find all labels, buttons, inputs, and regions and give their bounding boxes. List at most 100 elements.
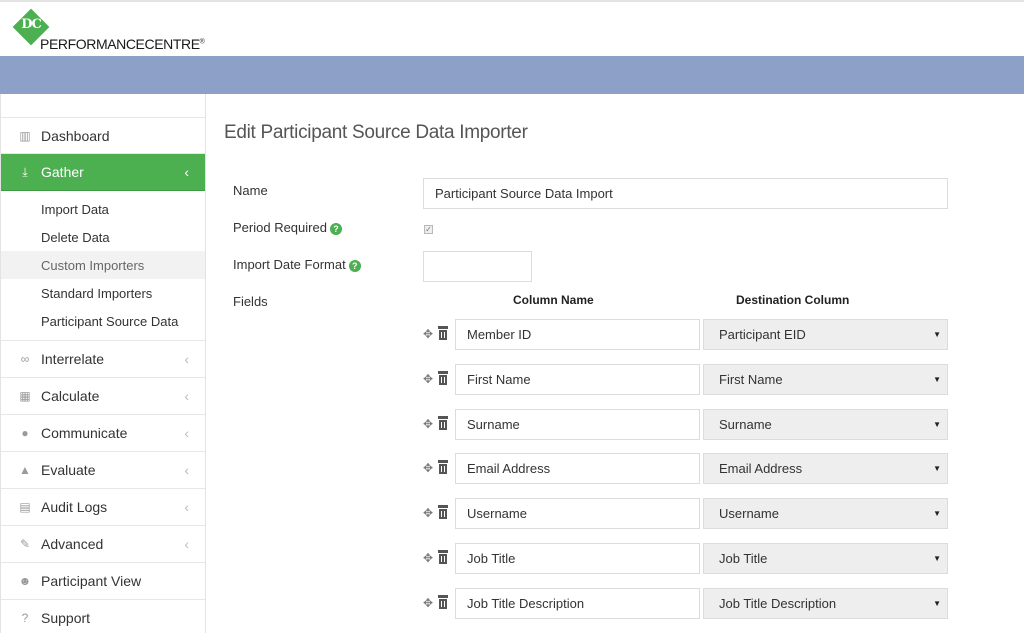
drag-handle-icon[interactable]: ✥: [423, 461, 433, 475]
sidebar-item-calculate[interactable]: ▦ Calculate ‹: [1, 378, 205, 415]
top-header: DC PERFORMANCECENTRE®: [0, 0, 1024, 56]
caret-down-icon: ▼: [933, 554, 941, 563]
trash-lid: [438, 326, 448, 329]
period-required-label: Period Required?: [233, 220, 342, 235]
column-name-input[interactable]: Email Address: [455, 453, 700, 485]
trash-body: [439, 419, 447, 430]
field-mapping-row: ✥ Job Title Job Title ▼: [224, 543, 1004, 574]
sidebar: ▥ Dashboard ⤓ Gather ‹ Import Data Delet…: [0, 94, 206, 633]
submenu-item-import-data[interactable]: Import Data: [1, 195, 205, 223]
destination-column-select[interactable]: Job Title Description ▼: [703, 587, 948, 619]
sidebar-item-dashboard[interactable]: ▥ Dashboard: [1, 117, 205, 154]
name-label: Name: [233, 183, 268, 198]
destination-column-select[interactable]: Username ▼: [703, 498, 948, 530]
sidebar-item-advanced[interactable]: ✎ Advanced ‹: [1, 526, 205, 563]
sidebar-item-label: Audit Logs: [41, 499, 108, 515]
sidebar-item-gather[interactable]: ⤓ Gather ‹: [1, 154, 205, 191]
drag-handle-icon[interactable]: ✥: [423, 417, 433, 431]
trash-lid: [438, 460, 448, 464]
sidebar-item-label: Support: [41, 610, 91, 626]
field-mapping-row: ✥ Member ID Participant EID ▼: [224, 319, 1004, 350]
field-mapping-row: ✥ Surname Surname ▼: [224, 408, 1004, 440]
trash-icon[interactable]: [437, 594, 449, 609]
submenu-item-custom-importers[interactable]: Custom Importers: [1, 251, 205, 279]
gather-submenu: Import Data Delete Data Custom Importers…: [1, 191, 205, 341]
help-icon[interactable]: ?: [348, 260, 361, 272]
column-name-input[interactable]: First Name: [455, 363, 700, 395]
trash-body: [439, 330, 447, 340]
destination-column-select[interactable]: First Name ▼: [703, 363, 948, 395]
drag-handle-icon[interactable]: ✥: [423, 327, 433, 341]
logo-registered: ®: [199, 38, 205, 46]
trash-lid: [438, 550, 448, 553]
sidebar-item-label: Calculate: [41, 388, 100, 404]
table-icon: ▦: [19, 389, 31, 403]
page-title: Edit Participant Source Data Importer: [224, 122, 528, 143]
drag-handle-icon[interactable]: ✥: [423, 596, 433, 610]
trash-body: [439, 598, 447, 609]
column-name-input[interactable]: Member ID: [455, 319, 700, 350]
link-icon: ∞: [20, 352, 30, 366]
trash-icon[interactable]: [437, 370, 449, 385]
import-date-format-text: Import Date Format: [233, 257, 346, 272]
chevron-left-icon: ‹: [184, 351, 189, 367]
chevron-left-icon: ‹: [184, 536, 189, 552]
submenu-item-delete-data[interactable]: Delete Data: [1, 223, 205, 251]
field-mapping-row: ✥ Job Title Description Job Title Descri…: [224, 587, 1004, 619]
column-name-input[interactable]: Username: [455, 498, 700, 530]
sidebar-item-support[interactable]: ? Support: [1, 600, 205, 633]
column-name-header: Column Name: [513, 293, 594, 307]
drag-handle-icon[interactable]: ✥: [423, 372, 433, 386]
chevron-left-icon: ‹: [184, 462, 189, 478]
logo-wordmark: PERFORMANCECENTRE®: [40, 36, 205, 52]
column-name-input[interactable]: Surname: [455, 408, 700, 440]
sidebar-item-participant-view[interactable]: ☻ Participant View: [1, 563, 205, 600]
trash-icon[interactable]: [437, 505, 449, 520]
destination-column-select[interactable]: Surname ▼: [703, 408, 948, 440]
period-required-checkbox[interactable]: ✓: [424, 225, 433, 234]
chevron-left-icon: ‹: [184, 388, 189, 404]
chevron-left-icon: ‹: [184, 499, 189, 515]
file-icon: ▤: [19, 500, 31, 514]
bar-chart-icon: ▥: [19, 128, 31, 143]
column-name-input[interactable]: Job Title Description: [455, 587, 700, 619]
drag-handle-icon[interactable]: ✥: [423, 551, 433, 565]
download-icon: ⤓: [22, 164, 28, 179]
caret-down-icon: ▼: [933, 419, 941, 429]
caret-down-icon: ▼: [933, 374, 941, 384]
submenu-item-participant-source-data[interactable]: Participant Source Data: [1, 307, 205, 335]
sidebar-item-label: Gather: [41, 164, 84, 180]
sidebar-item-label: Interrelate: [41, 351, 105, 367]
trash-icon[interactable]: [437, 460, 449, 475]
import-date-format-label: Import Date Format?: [233, 257, 361, 272]
destination-column-select[interactable]: Email Address ▼: [703, 453, 948, 485]
name-input[interactable]: Participant Source Data Import: [423, 178, 948, 209]
destination-column-value: First Name: [719, 371, 783, 387]
column-name-input[interactable]: Job Title: [455, 543, 700, 574]
trash-body: [439, 509, 447, 520]
caret-down-icon: ▼: [933, 598, 941, 608]
sidebar-item-label: Communicate: [41, 425, 128, 441]
sidebar-item-label: Advanced: [41, 536, 104, 552]
destination-column-header: Destination Column: [736, 293, 850, 307]
destination-column-select[interactable]: Job Title ▼: [703, 543, 948, 574]
sidebar-item-audit-logs[interactable]: ▤ Audit Logs ‹: [1, 489, 205, 526]
trash-icon[interactable]: [437, 326, 449, 340]
destination-column-value: Job Title: [719, 551, 768, 566]
performancecentre-logo[interactable]: DC PERFORMANCECENTRE®: [12, 8, 214, 52]
destination-column-value: Username: [719, 506, 779, 522]
destination-column-select[interactable]: Participant EID ▼: [703, 319, 948, 350]
destination-column-value: Job Title Description: [719, 595, 837, 611]
destination-column-value: Participant EID: [719, 327, 806, 342]
trash-icon[interactable]: [437, 550, 449, 564]
sidebar-item-communicate[interactable]: ● Communicate ‹: [1, 415, 205, 452]
sidebar-item-interrelate[interactable]: ∞ Interrelate ‹: [1, 341, 205, 378]
user-icon: ☻: [18, 574, 32, 588]
sidebar-item-evaluate[interactable]: ▲ Evaluate ‹: [1, 452, 205, 489]
trash-icon[interactable]: [437, 415, 449, 430]
help-icon[interactable]: ?: [329, 223, 342, 235]
trash-lid: [438, 415, 448, 419]
import-date-format-input[interactable]: [423, 251, 532, 282]
drag-handle-icon[interactable]: ✥: [423, 506, 433, 520]
submenu-item-standard-importers[interactable]: Standard Importers: [1, 279, 205, 307]
